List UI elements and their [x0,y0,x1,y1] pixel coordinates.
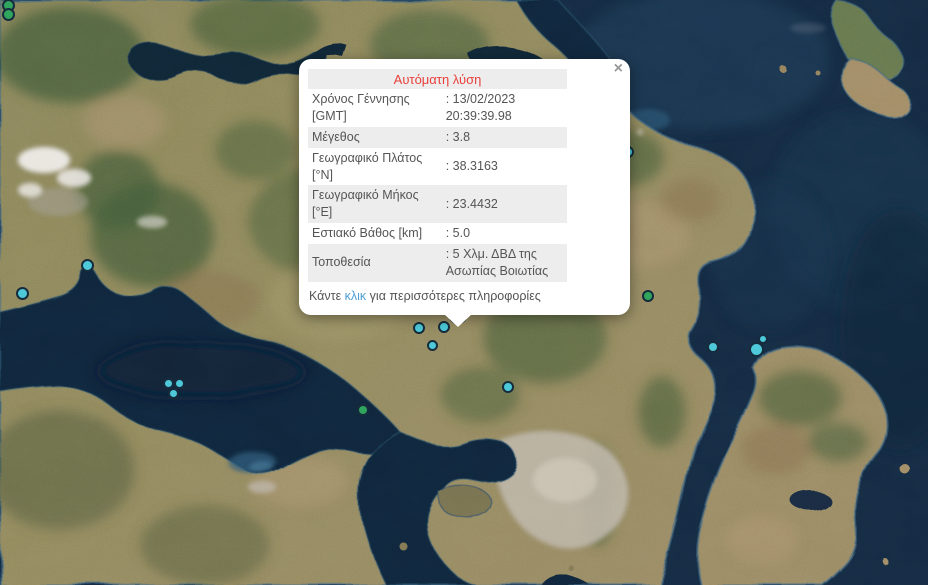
earthquake-marker[interactable] [2,8,15,21]
popup-row: Χρόνος Γέννησης [GMT]: 13/02/2023 20:39:… [308,89,567,127]
earthquake-marker[interactable] [81,259,94,272]
row-value: : 5 Χλμ. ΔΒΔ της Ασωπίας Βοιωτίας [442,244,567,282]
earthquake-marker[interactable] [642,290,654,302]
earthquake-marker[interactable] [502,381,514,393]
row-value: : 5.0 [442,223,567,244]
popup-row: Μέγεθος: 3.8 [308,127,567,148]
popup-title: Αυτόματη λύση [308,69,567,89]
row-value: : 38.3163 [442,148,567,186]
earthquake-marker[interactable] [749,342,764,357]
earthquake-marker[interactable] [357,404,369,416]
earthquake-marker[interactable] [163,378,174,389]
row-label: Εστιακό Βάθος [km] [308,223,442,244]
row-label: Γεωγραφικό Μήκος [°E] [308,185,442,223]
row-label: Τοποθεσία [308,244,442,282]
earthquake-marker[interactable] [413,322,425,334]
row-label: Χρόνος Γέννησης [GMT] [308,89,442,127]
popup-row: Γεωγραφικό Πλάτος [°N]: 38.3163 [308,148,567,186]
earthquake-marker[interactable] [427,340,438,351]
earthquake-marker[interactable] [168,388,179,399]
popup-footer: Κάντε κλικ για περισσότερες πληροφορίες [309,289,589,303]
row-label: Γεωγραφικό Πλάτος [°N] [308,148,442,186]
earthquake-marker[interactable] [174,378,185,389]
earthquake-marker[interactable] [16,287,29,300]
row-value: : 23.4432 [442,185,567,223]
popup-tail [444,314,472,327]
popup-row: Γεωγραφικό Μήκος [°E]: 23.4432 [308,185,567,223]
popup-row: Τοποθεσία: 5 Χλμ. ΔΒΔ της Ασωπίας Βοιωτί… [308,244,567,282]
footer-text-suffix: για περισσότερες πληροφορίες [366,289,541,303]
more-info-link[interactable]: κλικ [345,289,367,303]
popup-content: Αυτόματη λύση Χρόνος Γέννησης [GMT]: 13/… [299,59,630,315]
popup-row: Εστιακό Βάθος [km]: 5.0 [308,223,567,244]
row-value: : 3.8 [442,127,567,148]
close-icon[interactable]: × [614,62,623,76]
earthquake-popup: × Αυτόματη λύση Χρόνος Γέννησης [GMT]: 1… [299,59,630,315]
earthquake-info-table: Χρόνος Γέννησης [GMT]: 13/02/2023 20:39:… [308,89,567,282]
footer-text-prefix: Κάντε [309,289,345,303]
earthquake-marker[interactable] [707,341,719,353]
row-label: Μέγεθος [308,127,442,148]
row-value: : 13/02/2023 20:39:39.98 [442,89,567,127]
